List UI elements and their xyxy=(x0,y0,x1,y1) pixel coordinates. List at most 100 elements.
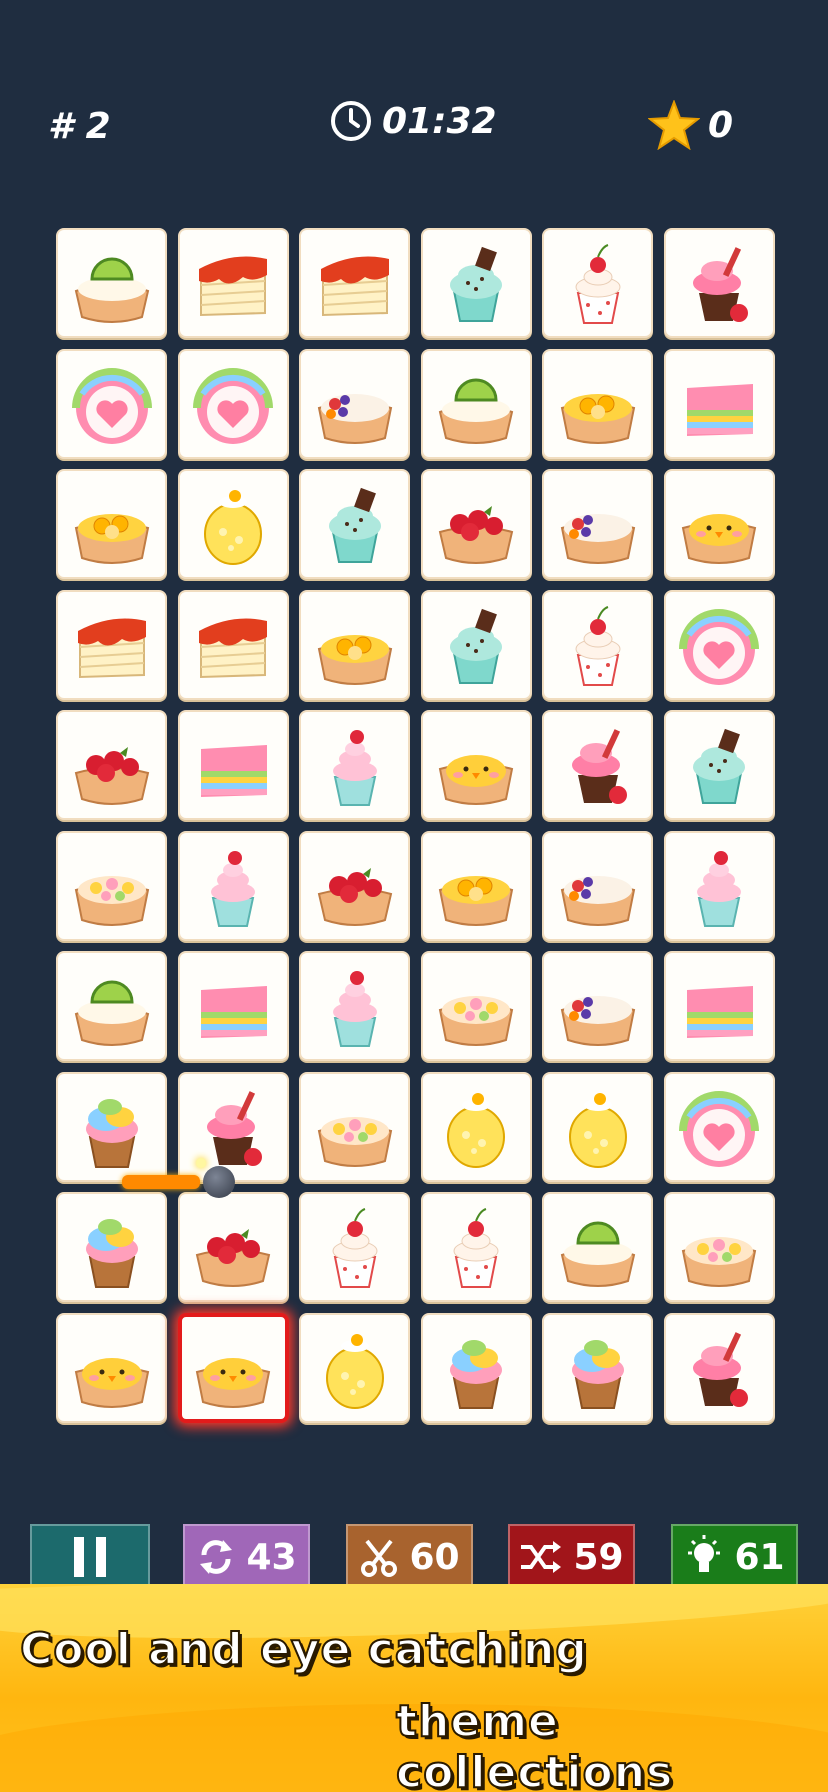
mint-cupcake-icon xyxy=(693,728,745,804)
tile-berry-tart[interactable] xyxy=(542,830,653,941)
tile-rainbow-cake[interactable] xyxy=(663,348,775,459)
tile-rainbow-cake[interactable] xyxy=(177,951,289,1061)
star-icon xyxy=(648,100,700,150)
tile-lemon-roll[interactable] xyxy=(299,1312,410,1423)
tile-lime-tart[interactable] xyxy=(420,348,532,459)
tile-flower-tart[interactable] xyxy=(299,1071,410,1182)
raspberry-tart-icon xyxy=(317,867,392,926)
rainbow-cupcake-icon xyxy=(571,1339,624,1409)
chick-tart-icon xyxy=(195,1357,271,1408)
tile-rainbow-cupcake[interactable] xyxy=(56,1071,167,1182)
jam-cake-icon xyxy=(320,256,389,317)
tile-lemon-roll[interactable] xyxy=(420,1071,532,1182)
tile-rainbow-cupcake[interactable] xyxy=(56,1192,167,1302)
tile-raspberry-tart[interactable] xyxy=(420,469,532,579)
rainbow-cake-icon xyxy=(201,745,267,797)
tile-pink-cupcake[interactable] xyxy=(663,228,775,338)
tile-flower-tart[interactable] xyxy=(420,951,532,1061)
tile-flower-tart[interactable] xyxy=(663,1192,775,1302)
jam-cake-icon xyxy=(199,256,267,317)
tile-lemon-roll[interactable] xyxy=(177,469,289,579)
tile-pink-cupcake[interactable] xyxy=(542,710,653,820)
hint-button[interactable]: 61 xyxy=(671,1524,798,1590)
tile-berry-tart[interactable] xyxy=(542,951,653,1061)
tile-raspberry-tart[interactable] xyxy=(299,830,410,941)
tile-raspberry-tart[interactable] xyxy=(56,710,167,820)
powerup-toolbar: 43 60 59 61 xyxy=(0,1524,828,1590)
banner-line-2: theme collections xyxy=(395,1695,674,1792)
tile-heart-roll[interactable] xyxy=(56,348,167,459)
orange-tart-icon xyxy=(317,634,392,685)
tile-orange-tart[interactable] xyxy=(56,469,167,579)
tile-raspberry-cupcake[interactable] xyxy=(663,830,775,941)
tile-pink-cupcake[interactable] xyxy=(177,1071,289,1182)
tile-rainbow-cake[interactable] xyxy=(177,710,289,820)
tile-pink-cupcake[interactable] xyxy=(663,1312,775,1423)
tile-berry-tart[interactable] xyxy=(299,348,410,459)
tile-raspberry-tart[interactable] xyxy=(177,1192,289,1302)
refresh-button[interactable]: 43 xyxy=(183,1524,310,1590)
tile-cherry-cupcake[interactable] xyxy=(299,1192,410,1302)
tile-jam-cake[interactable] xyxy=(56,589,167,700)
pink-cupcake-icon xyxy=(693,247,748,322)
refresh-icon xyxy=(200,1540,233,1574)
lime-tart-icon xyxy=(438,378,514,444)
rainbow-cupcake-icon xyxy=(85,1098,138,1168)
tile-mint-cupcake[interactable] xyxy=(663,710,775,820)
refresh-count: 43 xyxy=(246,1536,297,1578)
mint-cupcake-icon xyxy=(328,487,381,563)
tile-lime-tart[interactable] xyxy=(56,228,167,338)
raspberry-tart-icon xyxy=(74,747,149,805)
tile-cherry-cupcake[interactable] xyxy=(542,228,653,338)
tile-jam-cake[interactable] xyxy=(299,228,410,338)
star-counter: 0 xyxy=(648,100,733,150)
level-label: # 2 xyxy=(48,106,111,147)
pink-cupcake-icon xyxy=(693,1331,748,1407)
banner-line-1: Cool and eye catching xyxy=(19,1623,588,1676)
tile-cherry-cupcake[interactable] xyxy=(420,1192,532,1302)
tile-lemon-roll[interactable] xyxy=(542,1071,653,1182)
tile-chick-tart[interactable] xyxy=(420,710,532,820)
tile-raspberry-cupcake[interactable] xyxy=(299,951,410,1061)
tile-heart-roll[interactable] xyxy=(663,589,775,700)
lightbulb-icon xyxy=(688,1535,721,1572)
scissors-icon xyxy=(361,1539,398,1577)
tile-orange-tart[interactable] xyxy=(299,589,410,700)
tile-flower-tart[interactable] xyxy=(56,830,167,941)
berry-tart-icon xyxy=(560,875,635,926)
tile-rainbow-cupcake[interactable] xyxy=(420,1312,532,1423)
tile-raspberry-cupcake[interactable] xyxy=(177,830,289,941)
chick-tart-icon xyxy=(74,1357,149,1408)
tile-heart-roll[interactable] xyxy=(177,348,289,459)
tile-orange-tart[interactable] xyxy=(420,830,532,941)
orange-tart-icon xyxy=(438,875,514,926)
tile-mint-cupcake[interactable] xyxy=(420,589,532,700)
shuffle-button[interactable]: 59 xyxy=(508,1524,635,1590)
raspberry-cupcake-icon xyxy=(332,971,377,1047)
tile-raspberry-cupcake[interactable] xyxy=(299,710,410,820)
raspberry-cupcake-icon xyxy=(697,850,741,927)
tile-jam-cake[interactable] xyxy=(177,589,289,700)
rainbow-cake-icon xyxy=(687,986,753,1038)
tile-heart-roll[interactable] xyxy=(663,1071,775,1182)
tile-lime-tart[interactable] xyxy=(542,1192,653,1302)
pause-button[interactable] xyxy=(30,1524,150,1590)
tile-chick-tart[interactable] xyxy=(663,469,775,579)
tile-cherry-cupcake[interactable] xyxy=(542,589,653,700)
cut-button[interactable]: 60 xyxy=(346,1524,473,1590)
tile-lime-tart[interactable] xyxy=(56,951,167,1061)
shuffle-icon xyxy=(521,1541,562,1573)
tile-mint-cupcake[interactable] xyxy=(420,228,532,338)
tile-rainbow-cake[interactable] xyxy=(663,951,775,1061)
chick-tart-icon xyxy=(438,755,514,805)
tile-berry-tart[interactable] xyxy=(542,469,653,579)
flower-tart-icon xyxy=(317,1116,392,1167)
tile-jam-cake[interactable] xyxy=(177,228,289,338)
tile-mint-cupcake[interactable] xyxy=(299,469,410,579)
tile-chick-tart[interactable] xyxy=(56,1312,167,1423)
lime-tart-icon xyxy=(74,257,149,323)
tile-orange-tart[interactable] xyxy=(542,348,653,459)
tile-chick-tart[interactable] xyxy=(177,1312,289,1423)
tile-rainbow-cupcake[interactable] xyxy=(542,1312,653,1423)
heart-roll-icon xyxy=(193,367,273,444)
